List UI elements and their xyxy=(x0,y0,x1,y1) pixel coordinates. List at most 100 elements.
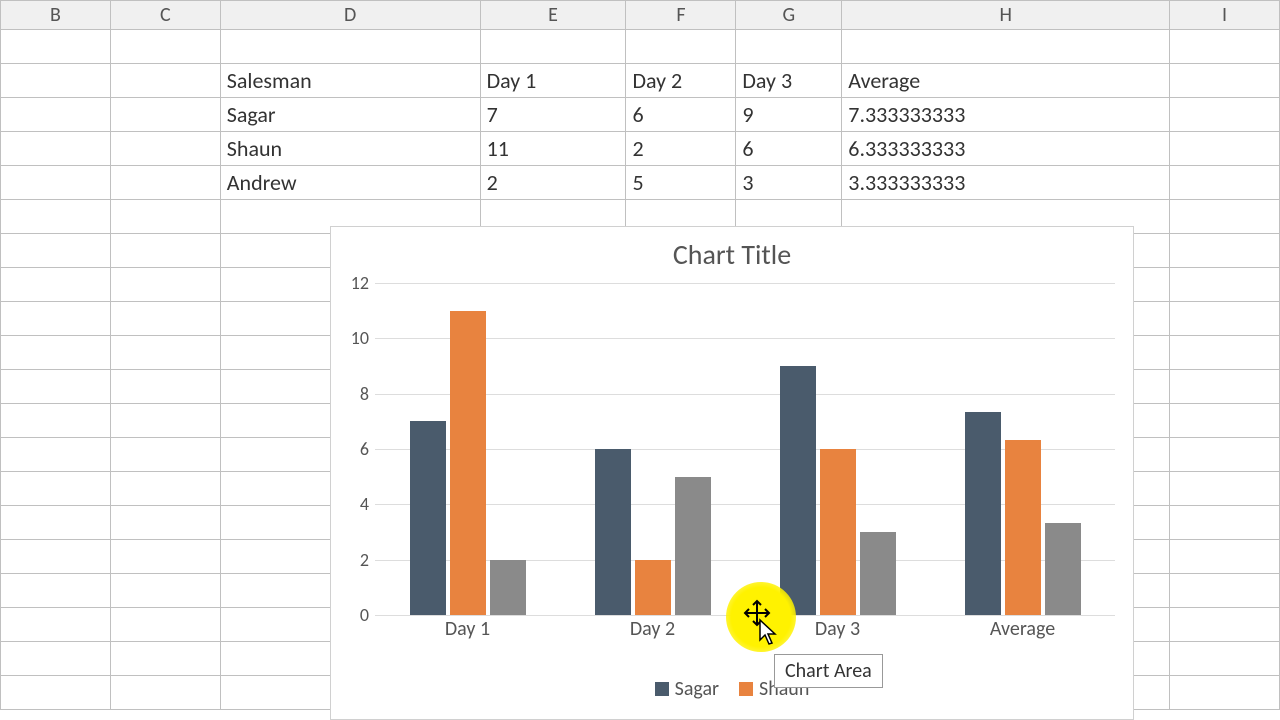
bar-group[interactable] xyxy=(593,449,713,615)
legend-item[interactable]: Sagar xyxy=(655,677,719,701)
cell[interactable] xyxy=(110,302,220,336)
col-header-G[interactable]: G xyxy=(736,1,842,30)
chart-legend[interactable]: SagarShaun xyxy=(331,677,1133,701)
cell[interactable] xyxy=(1170,98,1280,132)
cell-value[interactable]: 7.333333333 xyxy=(842,98,1170,132)
cell-value[interactable]: 6 xyxy=(736,132,842,166)
cell[interactable] xyxy=(1170,608,1280,642)
cell[interactable] xyxy=(1170,234,1280,268)
bar[interactable] xyxy=(780,366,816,615)
cell[interactable] xyxy=(626,30,736,64)
cell[interactable] xyxy=(110,64,220,98)
cell[interactable] xyxy=(1170,30,1280,64)
cell-value[interactable]: 5 xyxy=(626,166,736,200)
cell-header-day1[interactable]: Day 1 xyxy=(480,64,626,98)
cell[interactable] xyxy=(1170,336,1280,370)
cell[interactable] xyxy=(110,166,220,200)
bar[interactable] xyxy=(595,449,631,615)
cell[interactable] xyxy=(110,574,220,608)
cell[interactable] xyxy=(110,676,220,710)
cell[interactable] xyxy=(110,132,220,166)
cell[interactable] xyxy=(1,336,111,370)
cell[interactable] xyxy=(1,166,111,200)
cell[interactable] xyxy=(1170,132,1280,166)
cell[interactable] xyxy=(1170,404,1280,438)
cell[interactable] xyxy=(1170,370,1280,404)
chart-title[interactable]: Chart Title xyxy=(331,237,1133,272)
bar[interactable] xyxy=(410,421,446,615)
cell[interactable] xyxy=(1,302,111,336)
cell[interactable] xyxy=(1,540,111,574)
cell[interactable] xyxy=(220,30,480,64)
bar[interactable] xyxy=(635,560,671,615)
col-header-I[interactable]: I xyxy=(1170,1,1280,30)
col-header-E[interactable]: E xyxy=(480,1,626,30)
cell[interactable] xyxy=(110,472,220,506)
cell[interactable] xyxy=(1,608,111,642)
cell[interactable] xyxy=(110,506,220,540)
cell[interactable] xyxy=(736,30,842,64)
bar[interactable] xyxy=(860,532,896,615)
cell-header-salesman[interactable]: Salesman xyxy=(220,64,480,98)
cell-value[interactable]: 3.333333333 xyxy=(842,166,1170,200)
cell[interactable] xyxy=(842,30,1170,64)
cell-value[interactable]: 6.333333333 xyxy=(842,132,1170,166)
bar[interactable] xyxy=(1005,440,1041,615)
cell[interactable] xyxy=(110,268,220,302)
cell[interactable] xyxy=(110,642,220,676)
bar[interactable] xyxy=(490,560,526,615)
cell[interactable] xyxy=(1,200,111,234)
cell[interactable] xyxy=(1170,540,1280,574)
cell[interactable] xyxy=(110,234,220,268)
cell[interactable] xyxy=(1,438,111,472)
cell[interactable] xyxy=(110,404,220,438)
cell-header-average[interactable]: Average xyxy=(842,64,1170,98)
bar-group[interactable] xyxy=(778,366,898,615)
cell[interactable] xyxy=(110,438,220,472)
col-header-B[interactable]: B xyxy=(1,1,111,30)
cell-value[interactable]: 3 xyxy=(736,166,842,200)
cell-value[interactable]: 2 xyxy=(480,166,626,200)
bar[interactable] xyxy=(820,449,856,615)
cell[interactable] xyxy=(1,574,111,608)
cell[interactable] xyxy=(480,30,626,64)
cell[interactable] xyxy=(1,234,111,268)
cell-value[interactable]: 11 xyxy=(480,132,626,166)
bar-group[interactable] xyxy=(963,412,1083,615)
cell[interactable] xyxy=(1170,574,1280,608)
cell[interactable] xyxy=(110,30,220,64)
cell[interactable] xyxy=(110,98,220,132)
cell[interactable] xyxy=(1,472,111,506)
cell-value[interactable]: 2 xyxy=(626,132,736,166)
cell[interactable] xyxy=(1,98,111,132)
cell[interactable] xyxy=(110,608,220,642)
column-header-row[interactable]: B C D E F G H I xyxy=(1,1,1280,30)
cell-value[interactable]: 7 xyxy=(480,98,626,132)
cell[interactable] xyxy=(1170,64,1280,98)
chart-area[interactable]: Chart Title 024681012 SagarShaun Day 1Da… xyxy=(330,226,1134,720)
col-header-F[interactable]: F xyxy=(626,1,736,30)
bar[interactable] xyxy=(675,477,711,615)
col-header-H[interactable]: H xyxy=(842,1,1170,30)
cell-name[interactable]: Andrew xyxy=(220,166,480,200)
cell-value[interactable]: 6 xyxy=(626,98,736,132)
cell-header-day3[interactable]: Day 3 xyxy=(736,64,842,98)
cell[interactable] xyxy=(1,676,111,710)
cell[interactable] xyxy=(1,642,111,676)
cell[interactable] xyxy=(1170,438,1280,472)
cell[interactable] xyxy=(1,268,111,302)
plot-area[interactable]: 024681012 xyxy=(375,283,1115,615)
bar-group[interactable] xyxy=(408,311,528,615)
cell[interactable] xyxy=(110,336,220,370)
cell[interactable] xyxy=(110,200,220,234)
cell[interactable] xyxy=(1170,472,1280,506)
cell[interactable] xyxy=(1,64,111,98)
bar[interactable] xyxy=(1045,523,1081,615)
cell[interactable] xyxy=(110,540,220,574)
cell-name[interactable]: Sagar xyxy=(220,98,480,132)
cell[interactable] xyxy=(1,370,111,404)
cell[interactable] xyxy=(1,506,111,540)
cell[interactable] xyxy=(110,370,220,404)
cell-value[interactable]: 9 xyxy=(736,98,842,132)
col-header-C[interactable]: C xyxy=(110,1,220,30)
